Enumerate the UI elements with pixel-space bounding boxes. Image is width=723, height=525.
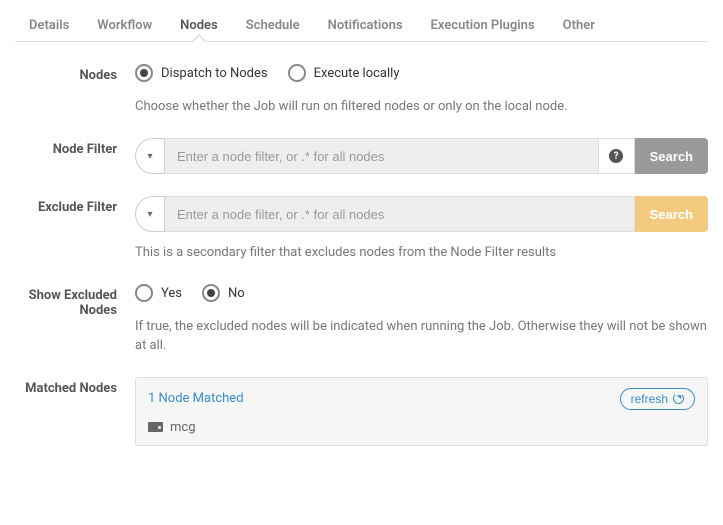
hdd-icon bbox=[148, 422, 163, 432]
tab-notifications[interactable]: Notifications bbox=[314, 10, 417, 41]
refresh-button-label: refresh bbox=[631, 392, 668, 406]
radio-circle-icon bbox=[288, 64, 306, 82]
node-filter-input[interactable] bbox=[165, 138, 599, 174]
radio-show-excluded-yes[interactable]: Yes bbox=[135, 284, 182, 302]
tab-nodes[interactable]: Nodes bbox=[166, 10, 232, 41]
nodes-mode-label: Nodes bbox=[15, 64, 135, 116]
exclude-filter-input[interactable] bbox=[165, 196, 635, 232]
chevron-down-icon: ▾ bbox=[147, 151, 152, 162]
refresh-icon bbox=[673, 393, 684, 404]
matched-nodes-panel: 1 Node Matched refresh mcg bbox=[135, 377, 708, 446]
exclude-filter-label: Exclude Filter bbox=[15, 196, 135, 262]
radio-local-label: Execute locally bbox=[314, 66, 400, 81]
radio-circle-icon bbox=[135, 64, 153, 82]
matched-summary-link[interactable]: 1 Node Matched bbox=[148, 391, 244, 406]
tab-execution-plugins[interactable]: Execution Plugins bbox=[417, 10, 549, 41]
radio-yes-label: Yes bbox=[161, 286, 182, 301]
tab-other[interactable]: Other bbox=[549, 10, 609, 41]
radio-show-excluded-no[interactable]: No bbox=[202, 284, 245, 302]
matched-nodes-label: Matched Nodes bbox=[15, 377, 135, 446]
radio-no-label: No bbox=[228, 286, 245, 301]
tab-workflow[interactable]: Workflow bbox=[83, 10, 166, 41]
node-filter-dropdown[interactable]: ▾ bbox=[135, 138, 165, 174]
node-filter-label: Node Filter bbox=[15, 138, 135, 174]
radio-dispatch-to-nodes[interactable]: Dispatch to Nodes bbox=[135, 64, 268, 82]
show-excluded-help: If true, the excluded nodes will be indi… bbox=[135, 318, 708, 354]
question-icon: ? bbox=[609, 149, 623, 163]
radio-circle-icon bbox=[135, 284, 153, 302]
exclude-filter-search-button[interactable]: Search bbox=[635, 196, 708, 232]
radio-execute-locally[interactable]: Execute locally bbox=[288, 64, 400, 82]
tab-details[interactable]: Details bbox=[15, 10, 83, 41]
tab-bar: Details Workflow Nodes Schedule Notifica… bbox=[15, 10, 708, 42]
exclude-filter-help: This is a secondary filter that excludes… bbox=[135, 244, 708, 262]
list-item: mcg bbox=[148, 420, 695, 435]
tab-schedule[interactable]: Schedule bbox=[232, 10, 314, 41]
show-excluded-label: Show Excluded Nodes bbox=[15, 284, 135, 354]
node-filter-help-button[interactable]: ? bbox=[599, 138, 635, 174]
nodes-mode-help: Choose whether the Job will run on filte… bbox=[135, 98, 708, 116]
exclude-filter-dropdown[interactable]: ▾ bbox=[135, 196, 165, 232]
node-filter-search-button[interactable]: Search bbox=[635, 138, 708, 174]
node-name: mcg bbox=[170, 420, 196, 435]
radio-dispatch-label: Dispatch to Nodes bbox=[161, 66, 268, 81]
chevron-down-icon: ▾ bbox=[147, 209, 152, 220]
refresh-button[interactable]: refresh bbox=[620, 388, 695, 410]
radio-circle-icon bbox=[202, 284, 220, 302]
